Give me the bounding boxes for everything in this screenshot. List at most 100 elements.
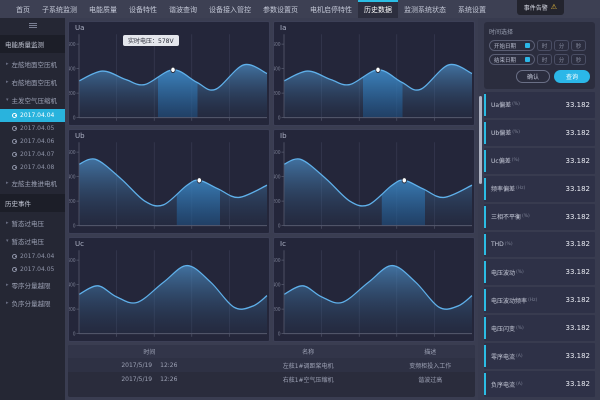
nav-item-4[interactable]: 谐波查询 (163, 0, 203, 18)
cell-desc: 谐波过高 (385, 375, 475, 384)
sidebar-tree-item[interactable]: ▸零序分量越限 (0, 276, 65, 294)
metric-row[interactable]: 负序电流(A)33.182 (484, 371, 595, 397)
sidebar-date-item[interactable]: 2017.04.04 (0, 250, 65, 263)
metric-value: 33.182 (566, 101, 591, 109)
metric-row[interactable]: Uc偏差(%)33.182 (484, 148, 595, 174)
content-area: Ua6004002000实时电压：578VIa6004002000Ub60040… (65, 18, 478, 400)
svg-text:400: 400 (69, 66, 76, 73)
sidebar-date-item[interactable]: 2017.04.06 (0, 135, 65, 148)
chart-panel-Ub[interactable]: Ub6004002000 (68, 129, 270, 234)
table-row[interactable]: 2017/5/1912:26左舷1#调距桨电机变频柜投入工作 (68, 358, 475, 372)
metric-unit: (%) (512, 130, 520, 135)
sidebar-section-header: 历史事件 (0, 194, 65, 212)
time-filter-title: 时间选择 (489, 27, 590, 36)
sidebar-tree-item[interactable]: ▸暂态过电压 (0, 214, 65, 232)
metric-unit: (%) (516, 326, 524, 331)
data-point-marker[interactable] (402, 178, 406, 183)
nav-item-2[interactable]: 电能质量 (83, 0, 123, 18)
chart-panel-Ia[interactable]: Ia6004002000 (273, 21, 475, 126)
nav-item-7[interactable]: 电机启停特性 (304, 0, 358, 18)
metric-accent-bar (484, 178, 486, 200)
alarm-badge-label: 事件告警 (524, 3, 548, 12)
metric-label: 零序电流 (491, 352, 515, 361)
start-second-input[interactable]: 秒 (571, 40, 586, 51)
chart-title: Ia (280, 24, 286, 32)
svg-text:0: 0 (278, 331, 281, 338)
nav-item-8[interactable]: 历史数据 (358, 0, 398, 18)
data-point-marker[interactable] (376, 67, 380, 72)
sidebar-tree-item[interactable]: ▾主发空气压缩机 (0, 91, 65, 109)
clock-icon (12, 267, 17, 272)
table-row[interactable]: 2017/5/1912:26右舷1#空气压缩机谐波过高 (68, 372, 475, 386)
start-hour-input[interactable]: 时 (537, 40, 552, 51)
metric-row[interactable]: 频率偏差(Hz)33.182 (484, 176, 595, 202)
end-date-row: 结束日期 时 分 秒 (489, 54, 590, 65)
data-point-marker[interactable] (197, 178, 201, 183)
svg-text:200: 200 (274, 199, 281, 206)
svg-text:400: 400 (274, 282, 281, 289)
chart-canvas: 6004002000 (274, 22, 474, 125)
end-minute-input[interactable]: 分 (554, 54, 569, 65)
nav-item-10[interactable]: 系统设置 (452, 0, 492, 18)
metric-row[interactable]: 电压波动频率(Hz)33.182 (484, 287, 595, 313)
end-date-select[interactable]: 结束日期 (489, 54, 535, 65)
query-button[interactable]: 查询 (554, 70, 590, 83)
sidebar-top (0, 18, 65, 33)
sidebar-item-label: 零序分量越限 (12, 280, 51, 290)
metric-row[interactable]: 零序电流(A)33.182 (484, 343, 595, 369)
scrollbar-thumb[interactable] (479, 96, 482, 184)
chart-panel-Ic[interactable]: Ic6004002000 (273, 237, 475, 342)
metric-row[interactable]: 电压波动(%)33.182 (484, 259, 595, 285)
chart-title: Uc (75, 240, 84, 248)
chart-canvas: 6004002000 (274, 130, 474, 233)
metric-value: 33.182 (566, 296, 591, 304)
calendar-icon (525, 43, 530, 48)
data-point-marker[interactable] (171, 67, 175, 72)
metric-unit: (%) (522, 214, 530, 219)
alarm-badge[interactable]: 事件告警 ⚠ (517, 0, 564, 15)
expand-arrow-icon: ▾ (6, 238, 9, 244)
sidebar-tree-item[interactable]: ▾暂态过电压 (0, 232, 65, 250)
start-date-row: 开始日期 时 分 秒 (489, 40, 590, 51)
table-header-time: 时间 (68, 347, 231, 356)
nav-item-6[interactable]: 参数设置页 (257, 0, 304, 18)
metric-row[interactable]: 电压闪变(%)33.182 (484, 315, 595, 341)
start-minute-input[interactable]: 分 (554, 40, 569, 51)
chart-panel-Ib[interactable]: Ib6004002000 (273, 129, 475, 234)
metric-row[interactable]: Ua偏差(%)33.182 (484, 92, 595, 118)
sidebar-tree-item[interactable]: ▸左舷地面空压机 (0, 55, 65, 73)
sidebar-date-item[interactable]: 2017.04.08 (0, 161, 65, 174)
metric-row[interactable]: THD(%)33.182 (484, 232, 595, 258)
expand-arrow-icon: ▸ (6, 61, 9, 67)
sidebar-tree-item[interactable]: ▸左舷主推进电机 (0, 174, 65, 192)
nav-item-1[interactable]: 子系统监测 (36, 0, 83, 18)
metric-label: 电压波动频率 (491, 296, 527, 305)
sidebar-date-item[interactable]: 2017.04.05 (0, 122, 65, 135)
sidebar-tree-item[interactable]: ▸右舷地面空压机 (0, 73, 65, 91)
chart-panel-Ua[interactable]: Ua6004002000实时电压：578V (68, 21, 270, 126)
nav-item-5[interactable]: 设备接入管控 (203, 0, 257, 18)
start-date-select[interactable]: 开始日期 (489, 40, 535, 51)
nav-item-9[interactable]: 监测系统状态 (398, 0, 452, 18)
nav-item-0[interactable]: 首页 (10, 0, 36, 18)
cell-time: 2017/5/1912:26 (68, 376, 231, 383)
metric-row[interactable]: Ub偏差(%)33.182 (484, 120, 595, 146)
sidebar-date-item[interactable]: 2017.04.07 (0, 148, 65, 161)
cell-time: 2017/5/1912:26 (68, 362, 231, 369)
metric-accent-bar (484, 234, 486, 256)
sidebar-tree-item[interactable]: ▸负序分量越限 (0, 294, 65, 312)
metric-unit: (%) (512, 158, 520, 163)
metric-accent-bar (484, 289, 486, 311)
svg-text:600: 600 (69, 258, 76, 265)
nav-item-3[interactable]: 设备特性 (123, 0, 163, 18)
menu-icon[interactable] (29, 23, 37, 28)
sidebar-date-item[interactable]: 2017.04.05 (0, 263, 65, 276)
sidebar-date-item[interactable]: 2017.04.04 (0, 109, 65, 122)
confirm-button[interactable]: 确认 (516, 70, 550, 83)
metric-row[interactable]: 三相不平衡(%)33.182 (484, 204, 595, 230)
sidebar-date-label: 2017.04.05 (20, 266, 54, 273)
time-filter-buttons: 确认 查询 (489, 70, 590, 83)
end-hour-input[interactable]: 时 (537, 54, 552, 65)
end-second-input[interactable]: 秒 (571, 54, 586, 65)
chart-panel-Uc[interactable]: Uc6004002000 (68, 237, 270, 342)
